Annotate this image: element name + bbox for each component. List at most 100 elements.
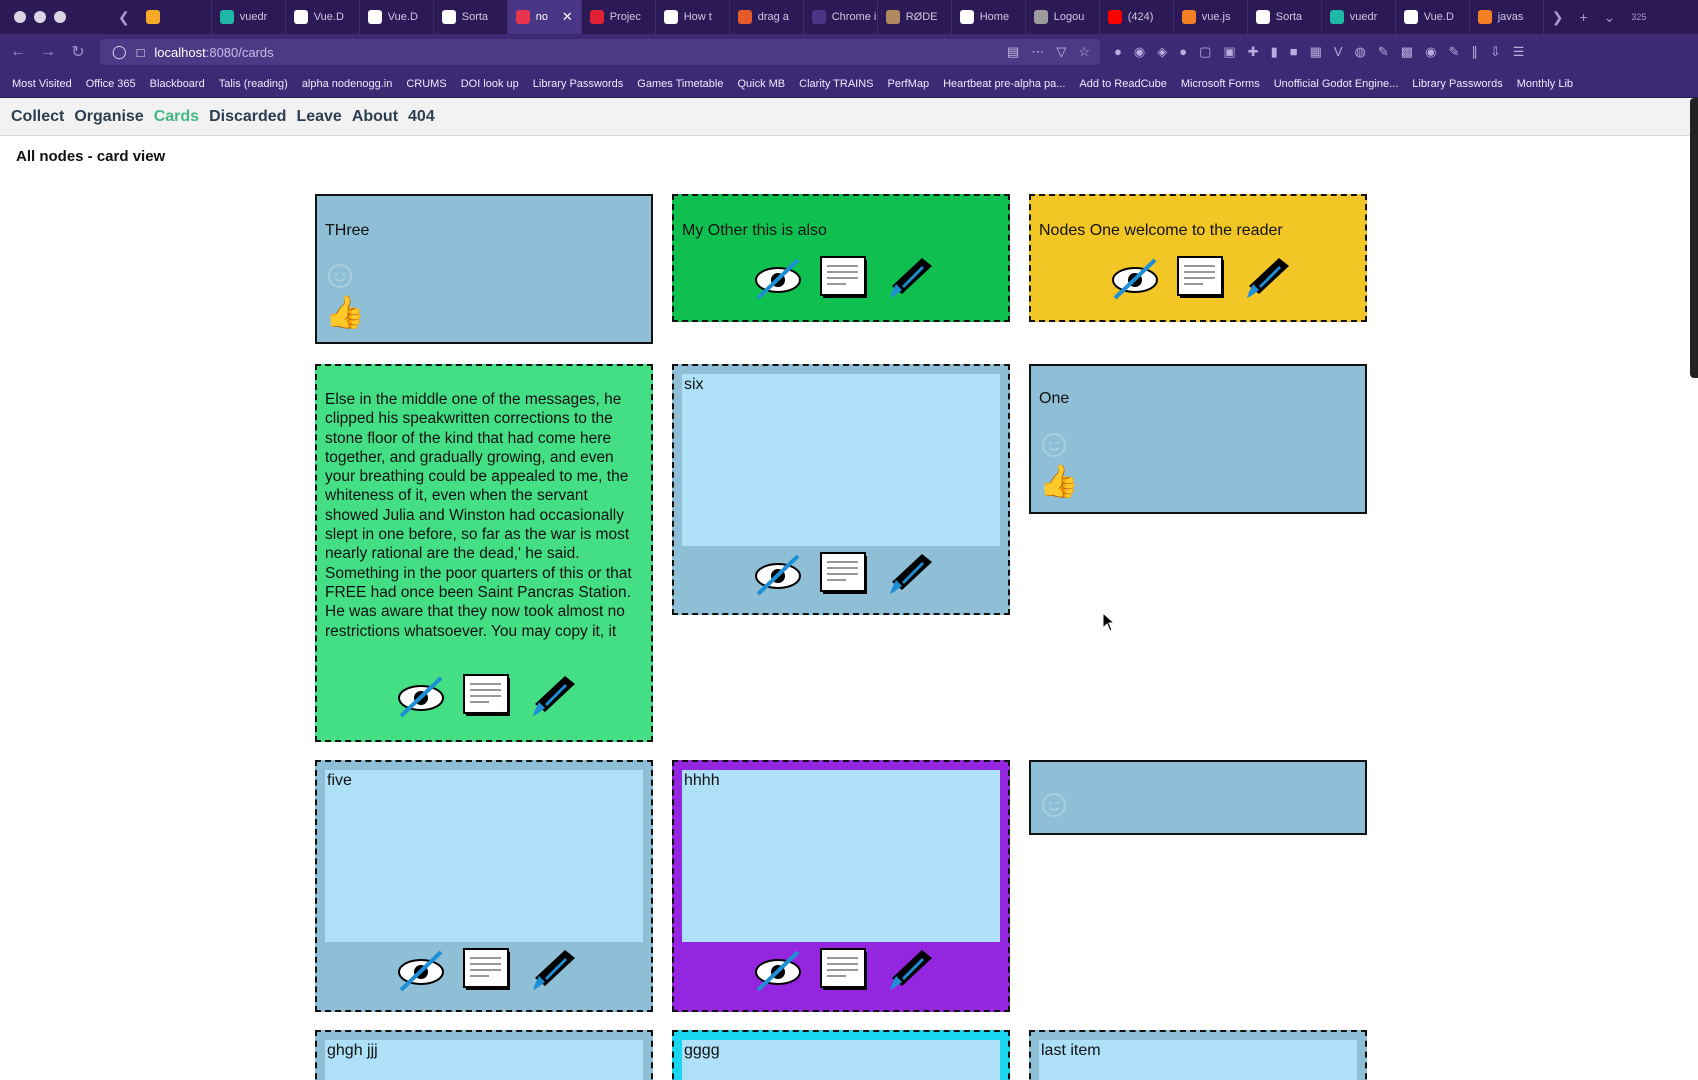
extension-icon[interactable]: ▣ <box>1223 44 1235 60</box>
bookmark-item[interactable]: Add to ReadCube <box>1079 78 1166 90</box>
close-tab-icon[interactable]: ✕ <box>562 9 573 25</box>
card-nodes-one[interactable]: Nodes One welcome to the reader <box>1029 194 1367 322</box>
extension-icon[interactable]: ■ <box>1290 44 1298 60</box>
bookmark-item[interactable]: Blackboard <box>150 78 205 90</box>
pocket-icon[interactable]: ▽ <box>1056 44 1066 60</box>
browser-tab[interactable]: javas <box>1470 0 1544 34</box>
card-six[interactable]: six <box>672 364 1010 615</box>
pen-icon[interactable] <box>527 672 579 720</box>
bookmark-item[interactable]: CRUMS <box>406 78 446 90</box>
bookmark-item[interactable]: Unofficial Godot Engine... <box>1274 78 1399 90</box>
browser-tab[interactable]: Sorta <box>1248 0 1322 34</box>
bookmark-item[interactable]: Library Passwords <box>1412 78 1502 90</box>
browser-tab[interactable]: Home <box>952 0 1026 34</box>
bookmark-item[interactable]: PerfMap <box>888 78 930 90</box>
extension-icon[interactable]: ● <box>1114 44 1122 60</box>
url-bar[interactable]: ◯ □ localhost:8080/cards ▤ ⋯ ▽ ☆ <box>100 39 1100 65</box>
eye-slash-icon[interactable] <box>1109 254 1161 302</box>
pen-icon[interactable] <box>884 550 936 598</box>
document-icon[interactable] <box>818 550 870 598</box>
extension-icon[interactable]: ▦ <box>1310 44 1322 60</box>
page-info-icon[interactable]: □ <box>137 45 145 60</box>
extension-icon[interactable]: ✚ <box>1248 44 1259 60</box>
extension-icon[interactable]: ✎ <box>1448 44 1459 60</box>
menu-icon[interactable]: ☰ <box>1513 44 1525 60</box>
card-three[interactable]: THree 👍 <box>315 194 653 344</box>
browser-tab[interactable]: Chrome is <box>804 0 878 34</box>
bookmark-star-icon[interactable]: ☆ <box>1078 44 1090 60</box>
eye-slash-icon[interactable] <box>752 946 804 994</box>
nav-cards[interactable]: Cards <box>154 108 199 126</box>
vue-devtools-icon[interactable]: V <box>1334 44 1343 60</box>
nav-leave[interactable]: Leave <box>296 108 341 126</box>
card-ghgh[interactable]: ghgh jjj <box>315 1030 653 1080</box>
eye-slash-icon[interactable] <box>752 254 804 302</box>
pen-icon[interactable] <box>527 946 579 994</box>
bookmark-item[interactable]: Clarity TRAINS <box>799 78 873 90</box>
browser-tab[interactable] <box>138 0 212 34</box>
more-actions-icon[interactable]: ⋯ <box>1031 44 1044 60</box>
bookmark-item[interactable]: Library Passwords <box>533 78 623 90</box>
reload-icon[interactable]: ↻ <box>70 42 86 62</box>
minimize-window-button[interactable] <box>34 11 46 23</box>
thumbs-up-icon[interactable]: 👍 <box>325 295 365 329</box>
extension-icon[interactable]: ▢ <box>1199 44 1211 60</box>
browser-tab[interactable]: drag a <box>730 0 804 34</box>
card-one[interactable]: One 👍 <box>1029 364 1367 514</box>
bookmark-item[interactable]: Games Timetable <box>637 78 723 90</box>
card-my-other[interactable]: My Other this is also <box>672 194 1010 322</box>
tab-scroll-left-icon[interactable]: ❮ <box>110 9 138 26</box>
library-icon[interactable]: ∥ <box>1471 44 1478 60</box>
extension-icon[interactable]: ◈ <box>1157 44 1167 60</box>
bookmark-item[interactable]: Talis (reading) <box>219 78 288 90</box>
back-icon[interactable]: ← <box>10 43 26 61</box>
card-hhhh[interactable]: hhhh <box>672 760 1010 1012</box>
close-window-button[interactable] <box>14 11 26 23</box>
document-icon[interactable] <box>1175 254 1227 302</box>
nav-about[interactable]: About <box>352 108 398 126</box>
card-long-text[interactable]: Else in the middle one of the messages, … <box>315 364 653 742</box>
browser-tab[interactable]: (424) <box>1100 0 1174 34</box>
eye-slash-icon[interactable] <box>395 672 447 720</box>
extension-icon[interactable]: ▮ <box>1271 44 1278 60</box>
card-empty[interactable] <box>1029 760 1367 835</box>
extension-icon[interactable]: ◉ <box>1134 44 1145 60</box>
browser-tab[interactable]: Sorta <box>434 0 508 34</box>
tab-list-chevron-icon[interactable]: ⌄ <box>1596 9 1624 26</box>
browser-tab[interactable]: Vue.D <box>286 0 360 34</box>
shield-icon[interactable]: ◯ <box>112 44 127 60</box>
smiley-icon[interactable] <box>1041 432 1067 458</box>
tab-scroll-right-icon[interactable]: ❯ <box>1544 9 1572 26</box>
browser-tab[interactable]: Logou <box>1026 0 1100 34</box>
browser-tab[interactable]: vuedr <box>1322 0 1396 34</box>
smiley-icon[interactable] <box>1041 792 1067 818</box>
eye-slash-icon[interactable] <box>395 946 447 994</box>
extension-icon[interactable]: ✎ <box>1378 44 1389 60</box>
browser-tab[interactable]: Vue.D <box>1396 0 1470 34</box>
extension-icon[interactable]: ▩ <box>1401 44 1413 60</box>
document-icon[interactable] <box>818 946 870 994</box>
download-icon[interactable]: ⇩ <box>1490 44 1501 60</box>
bookmark-item[interactable]: Monthly Lib <box>1517 78 1573 90</box>
extension-icon[interactable]: ● <box>1179 44 1187 60</box>
document-icon[interactable] <box>461 946 513 994</box>
extension-icon[interactable]: ◉ <box>1425 44 1436 60</box>
browser-tab[interactable]: Vue.D <box>360 0 434 34</box>
browser-tab[interactable]: RØDE <box>878 0 952 34</box>
extension-icon[interactable]: ◍ <box>1355 44 1366 60</box>
nav-collect[interactable]: Collect <box>11 108 64 126</box>
pen-icon[interactable] <box>884 946 936 994</box>
pen-icon[interactable] <box>1241 254 1293 302</box>
browser-tab[interactable]: no ✕ <box>507 0 582 34</box>
thumbs-up-icon[interactable]: 👍 <box>1039 464 1079 498</box>
browser-tab[interactable]: vue.js <box>1174 0 1248 34</box>
browser-tab[interactable]: Projec <box>582 0 656 34</box>
bookmark-item[interactable]: Microsoft Forms <box>1181 78 1260 90</box>
nav-organise[interactable]: Organise <box>74 108 143 126</box>
document-icon[interactable] <box>818 254 870 302</box>
bookmark-item[interactable]: Office 365 <box>86 78 136 90</box>
forward-icon[interactable]: → <box>40 43 56 61</box>
smiley-icon[interactable] <box>327 263 353 289</box>
bookmark-item[interactable]: Quick MB <box>737 78 785 90</box>
bookmark-item[interactable]: alpha nodenogg.in <box>302 78 393 90</box>
